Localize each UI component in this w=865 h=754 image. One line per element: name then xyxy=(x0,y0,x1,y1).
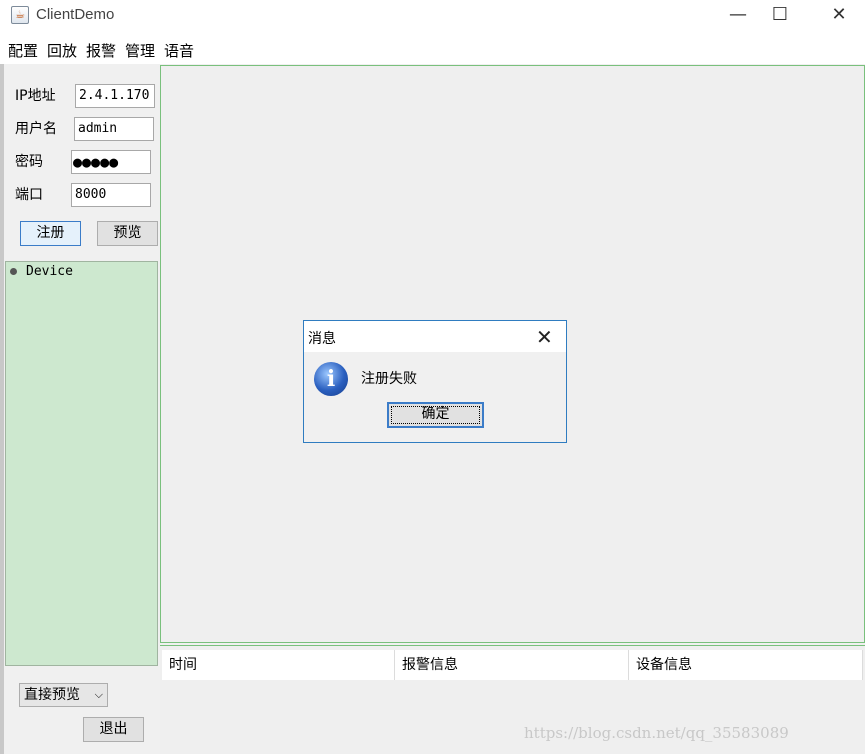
col-header-time[interactable]: 时间 xyxy=(162,650,395,680)
password-label: 密码 xyxy=(15,154,43,170)
preview-button[interactable]: 预览 xyxy=(97,221,158,246)
message-dialog: 消息 ✕ i 注册失败 确定 xyxy=(303,320,567,443)
user-label: 用户名 xyxy=(15,121,57,137)
tree-node-icon xyxy=(10,268,17,275)
java-cup-icon: ☕ xyxy=(11,6,29,24)
device-tree[interactable]: Device xyxy=(5,261,158,666)
menu-alarm[interactable]: 报警 xyxy=(86,40,116,61)
chevron-down-icon: ⌵ xyxy=(94,688,103,701)
dialog-title: 消息 xyxy=(308,331,336,347)
dialog-close-icon[interactable]: ✕ xyxy=(536,325,553,349)
close-button[interactable]: ✕ xyxy=(816,0,862,32)
port-field[interactable]: 8000 xyxy=(71,183,151,207)
watermark: https://blog.csdn.net/qq_35583089 xyxy=(524,724,789,742)
menu-bar: 配置 回放 报警 管理 语音 xyxy=(0,32,865,64)
col-header-alarm-info[interactable]: 报警信息 xyxy=(395,650,629,680)
preview-mode-dropdown[interactable]: 直接预览 ⌵ xyxy=(19,683,108,707)
maximize-button[interactable]: ☐ xyxy=(757,0,803,32)
preview-mode-value: 直接预览 xyxy=(24,687,80,703)
ip-field[interactable]: 2.4.1.170 xyxy=(75,84,155,108)
col-header-device-info[interactable]: 设备信息 xyxy=(629,650,863,680)
minimize-button[interactable]: — xyxy=(715,0,761,32)
password-field[interactable]: ●●●●● xyxy=(71,150,151,174)
ip-label: IP地址 xyxy=(15,88,56,104)
menu-config[interactable]: 配置 xyxy=(8,40,38,61)
info-icon: i xyxy=(314,362,348,396)
ok-button[interactable]: 确定 xyxy=(387,402,484,428)
menu-playback[interactable]: 回放 xyxy=(47,40,77,61)
user-field[interactable]: admin xyxy=(74,117,154,141)
menu-manage[interactable]: 管理 xyxy=(125,40,155,61)
register-button[interactable]: 注册 xyxy=(20,221,81,246)
port-label: 端口 xyxy=(15,187,43,203)
menu-voice[interactable]: 语音 xyxy=(164,40,194,61)
dialog-message: 注册失败 xyxy=(361,371,417,387)
exit-button[interactable]: 退出 xyxy=(83,717,144,742)
tree-root-device[interactable]: Device xyxy=(26,264,73,279)
window-title: ClientDemo xyxy=(36,6,115,23)
dialog-title-bar: 消息 ✕ xyxy=(304,321,566,352)
title-bar: ☕ ClientDemo — ☐ ✕ xyxy=(0,0,865,32)
